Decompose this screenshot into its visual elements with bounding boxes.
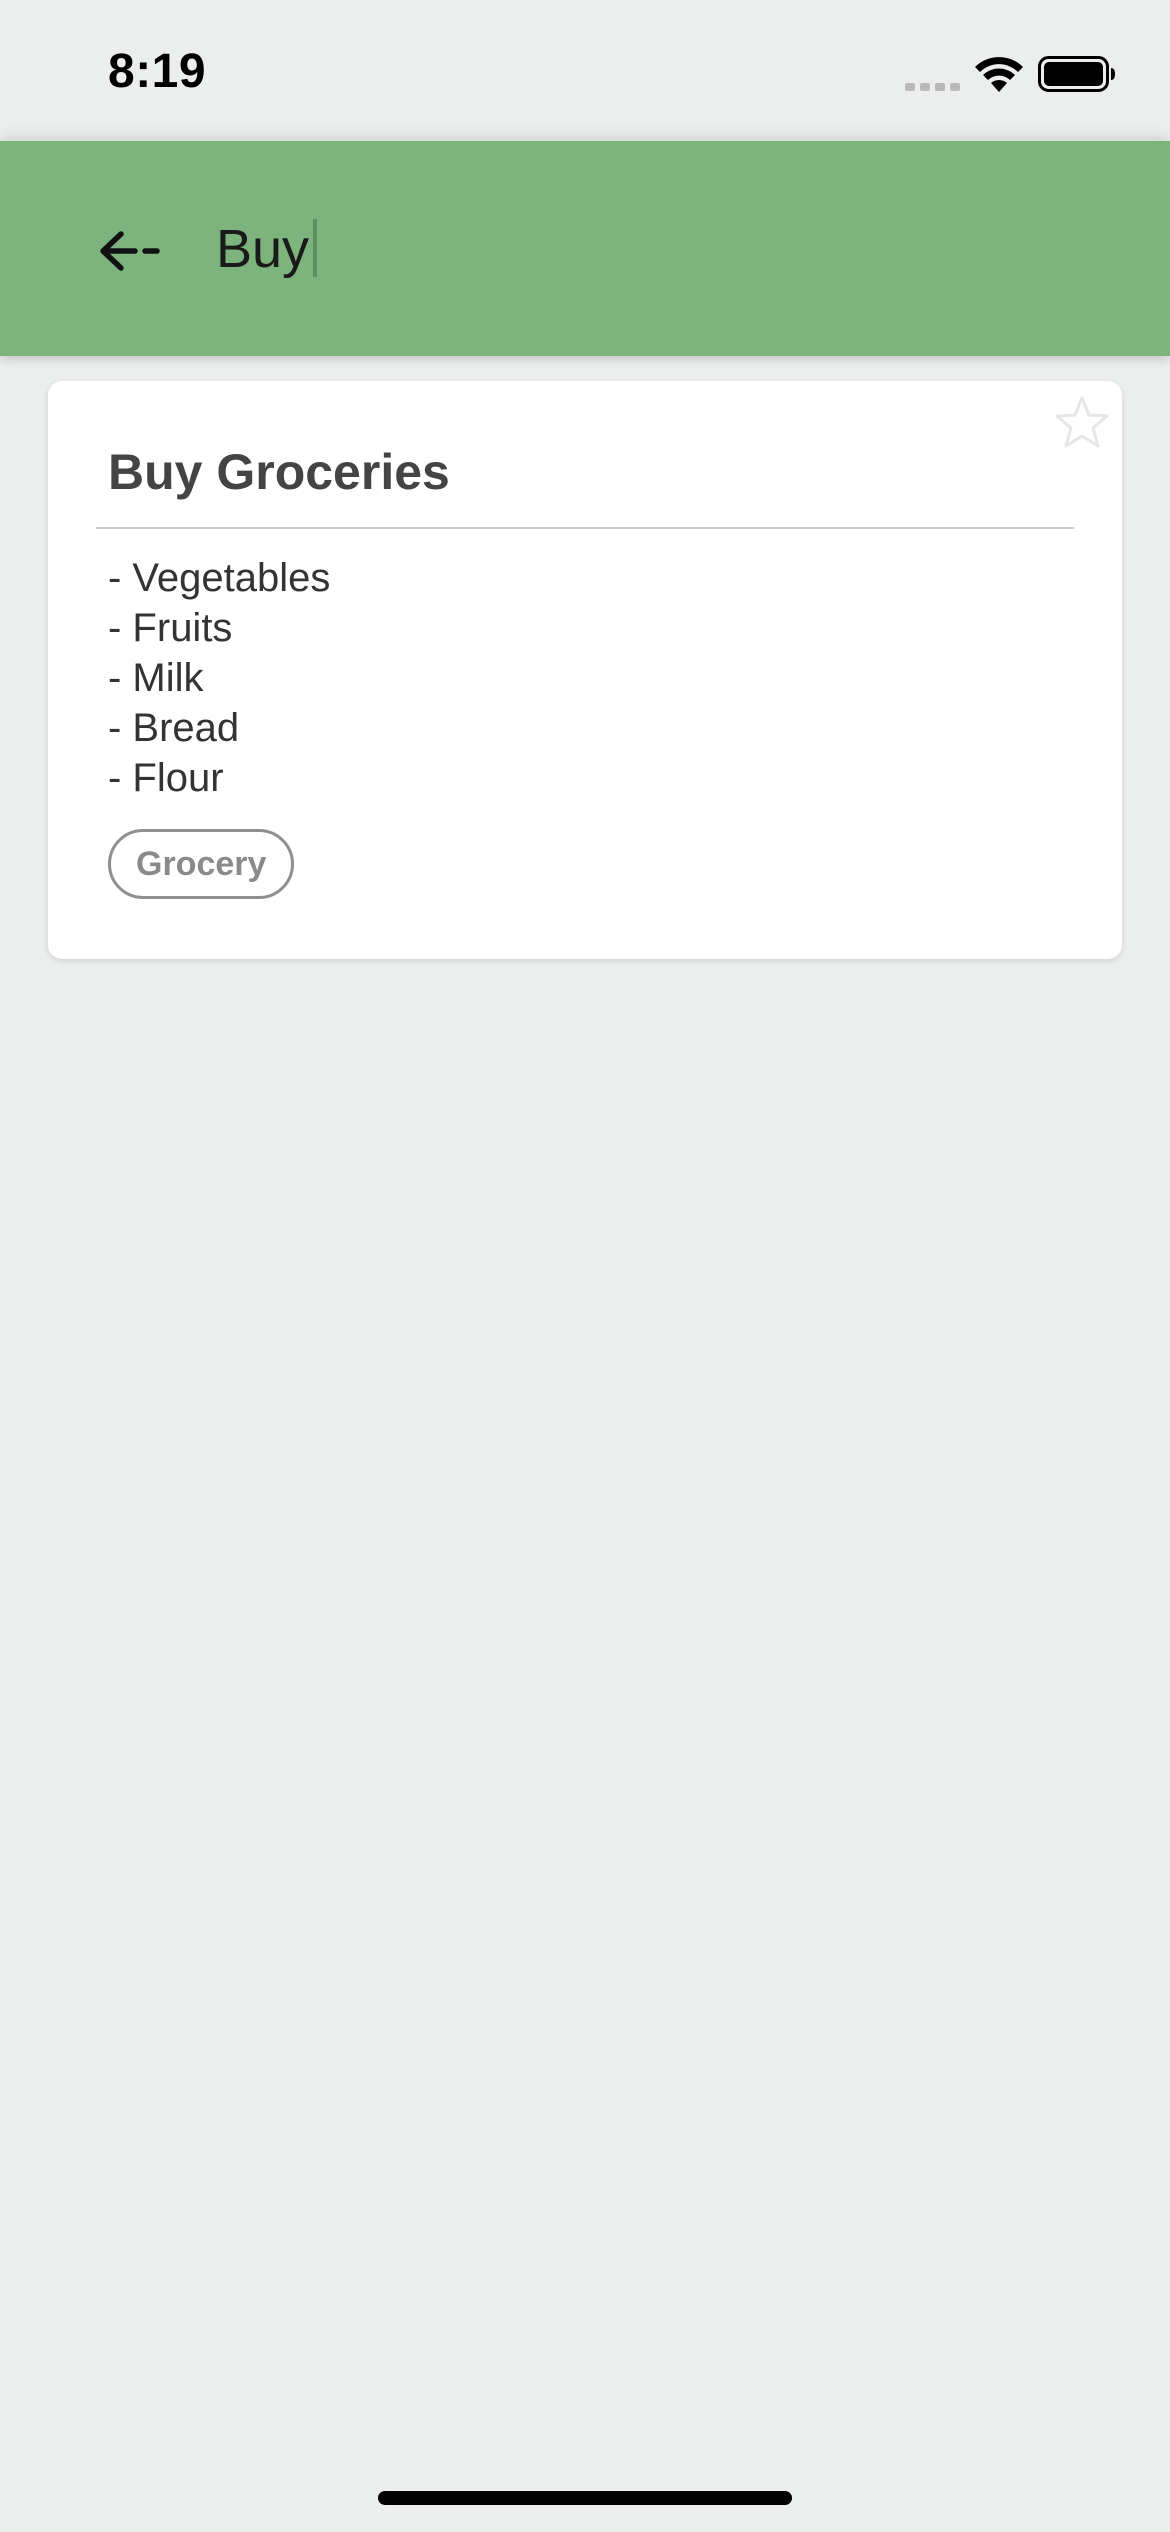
search-header: [0, 141, 1170, 356]
battery-icon: [1038, 56, 1115, 92]
note-line: - Fruits: [108, 606, 233, 650]
note-line: - Milk: [108, 656, 204, 700]
note-title: Buy Groceries: [108, 444, 450, 500]
note-card[interactable]: Buy Groceries - Vegetables - Fruits - Mi…: [48, 381, 1122, 959]
status-bar: 8:19: [0, 0, 1170, 141]
note-line: - Bread: [108, 706, 240, 750]
text-caret: [313, 219, 317, 277]
signal-icon: [905, 83, 960, 91]
status-time: 8:19: [108, 45, 207, 98]
back-button[interactable]: [90, 211, 170, 291]
star-icon[interactable]: [1052, 393, 1112, 453]
home-indicator[interactable]: [378, 2491, 792, 2505]
note-line: - Flour: [108, 756, 224, 800]
note-divider: [96, 527, 1074, 529]
search-screen: 8:19 Buy Buy Groceries - Vegetables - Fr…: [0, 0, 1170, 2532]
wifi-icon: [975, 57, 1023, 92]
note-line: - Vegetables: [108, 556, 331, 600]
tag-chip-grocery[interactable]: Grocery: [108, 829, 295, 899]
search-input[interactable]: [216, 203, 1096, 295]
note-body: - Vegetables - Fruits - Milk - Bread - F…: [108, 553, 330, 803]
arrow-left-icon: [100, 231, 160, 271]
